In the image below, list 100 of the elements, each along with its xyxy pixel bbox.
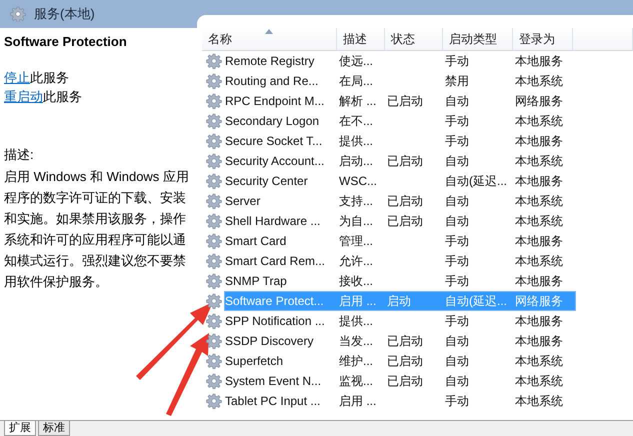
gear-icon <box>206 173 222 189</box>
service-name-cell: Secure Socket T... <box>225 134 322 148</box>
sort-caret-icon <box>265 29 273 34</box>
table-cell-text: 手动 <box>444 53 470 70</box>
table-cell-text: 本地系统 <box>514 73 564 90</box>
table-cell-text: 已启动 <box>386 373 424 390</box>
service-name-cell: Security Account... <box>225 154 324 168</box>
table-cell-text: 已启动 <box>386 193 424 210</box>
service-name-cell: Superfetch <box>225 354 284 368</box>
table-cell-text: 本地系统 <box>514 213 564 230</box>
table-cell-text: 自动 <box>444 153 470 170</box>
gear-icon <box>206 233 222 249</box>
table-cell-text: 禁用 <box>444 73 470 90</box>
table-row[interactable]: System Event N... 监视... 已启动 自动 本地系统 <box>202 371 633 391</box>
table-row[interactable]: Secure Socket T... 提供... 手动 本地服务 <box>202 131 633 151</box>
table-cell-text: 支持... <box>338 193 374 210</box>
table-cell-text: 在不... <box>338 113 374 130</box>
column-header[interactable]: 启动类型 <box>443 28 513 50</box>
gear-icon <box>206 313 222 329</box>
table-row[interactable]: Remote Registry 使远... 手动 本地服务 <box>202 51 633 71</box>
table-row[interactable]: Server 支持... 已启动 自动 本地系统 <box>202 191 633 211</box>
table-row[interactable]: Shell Hardware ... 为自... 已启动 自动 本地系统 <box>202 211 633 231</box>
service-name-cell: Server <box>225 194 260 208</box>
service-name-cell: SSDP Discovery <box>225 334 314 348</box>
table-cell-text: 自动 <box>444 193 470 210</box>
gear-icon <box>206 373 222 389</box>
table-row[interactable]: SNMP Trap 接收... 手动 本地服务 <box>202 271 633 291</box>
table-cell-text: 本地系统 <box>514 393 564 410</box>
table-cell-text: 自动 <box>444 93 470 110</box>
table-cell-text: 启动... <box>338 153 374 170</box>
service-name-cell: Routing and Re... <box>225 74 318 88</box>
table-cell-text: WSC... <box>338 173 378 190</box>
table-cell-text: 解析 ... <box>338 93 378 110</box>
table-cell-text: 允许... <box>338 253 374 270</box>
gear-icon <box>206 113 222 129</box>
table-cell-text: 自动(延迟... <box>444 293 508 310</box>
table-cell-text: 手动 <box>444 133 470 150</box>
table-cell-text: 已启动 <box>386 333 424 350</box>
table-row[interactable]: Tablet PC Input ... 启用 ... 手动 本地系统 <box>202 391 633 411</box>
table-cell-text: 自动 <box>444 333 470 350</box>
table-cell-text: 已启动 <box>386 213 424 230</box>
table-row[interactable]: Secondary Logon 在不... 手动 本地系统 <box>202 111 633 131</box>
table-cell-text: 接收... <box>338 273 374 290</box>
table-cell-text: 本地服务 <box>514 333 564 350</box>
table-cell-text: 本地服务 <box>514 173 564 190</box>
service-name-cell: Tablet PC Input ... <box>225 394 320 408</box>
gear-icon <box>206 293 222 309</box>
table-row[interactable]: Security Account... 启动... 已启动 自动 本地系统 <box>202 151 633 171</box>
table-row[interactable]: RPC Endpoint M... 解析 ... 已启动 自动 网络服务 <box>202 91 633 111</box>
service-action: 重启动此服务 <box>4 88 83 106</box>
table-cell-text: 管理... <box>338 233 374 250</box>
table-cell-text: 网络服务 <box>514 93 564 110</box>
table-cell-text: 本地系统 <box>514 253 564 270</box>
table-cell-text: 本地系统 <box>514 113 564 130</box>
service-name-cell: Shell Hardware ... <box>225 214 320 228</box>
service-name-cell: Security Center <box>225 174 308 188</box>
services-icon <box>10 6 26 22</box>
column-header[interactable]: 登录为 <box>513 28 573 50</box>
table-cell-text: 本地服务 <box>514 273 564 290</box>
table-cell-text: 手动 <box>444 393 470 410</box>
action-link[interactable]: 重启动 <box>4 89 43 104</box>
table-cell-text: 使远... <box>338 53 374 70</box>
table-row[interactable]: SPP Notification ... 提供... 手动 本地服务 <box>202 311 633 331</box>
gear-icon <box>206 393 222 409</box>
table-cell-text: 本地系统 <box>514 373 564 390</box>
column-header[interactable]: 描述 <box>337 28 385 50</box>
action-link[interactable]: 停止 <box>4 70 30 85</box>
gear-icon <box>206 333 222 349</box>
service-action: 停止此服务 <box>4 69 70 87</box>
table-cell-text: 自动 <box>444 373 470 390</box>
table-row[interactable]: Smart Card Rem... 允许... 手动 本地系统 <box>202 251 633 271</box>
table-cell-text: 监视... <box>338 373 374 390</box>
gear-icon <box>206 193 222 209</box>
description-label: 描述: <box>4 146 35 164</box>
service-name-cell: SNMP Trap <box>225 274 287 288</box>
description-text: 启用 Windows 和 Windows 应用程序的数字许可证的下载、安装和实施。如果禁用该服务，操作系统和许可的应用程序可能以通知模式运行。强烈建议您不要禁用软件保护服务。 <box>4 168 190 291</box>
table-row[interactable]: Superfetch 维护... 已启动 自动 本地系统 <box>202 351 633 371</box>
gear-icon <box>206 353 222 369</box>
table-row[interactable]: SSDP Discovery 当发... 已启动 自动 本地服务 <box>202 331 633 351</box>
column-header[interactable]: 名称 <box>202 28 337 50</box>
view-tab[interactable]: 扩展 <box>4 421 36 436</box>
gear-icon <box>206 153 222 169</box>
gear-icon <box>206 133 222 149</box>
table-cell-text: 已启动 <box>386 353 424 370</box>
service-name-cell: RPC Endpoint M... <box>225 94 324 108</box>
view-tab[interactable]: 标准 <box>38 421 70 436</box>
gear-icon <box>206 273 222 289</box>
window-title: 服务(本地) <box>34 5 95 23</box>
gear-icon <box>206 213 222 229</box>
table-row[interactable]: Smart Card 管理... 手动 本地服务 <box>202 231 633 251</box>
table-cell-text: 本地服务 <box>514 133 564 150</box>
table-cell-text: 已启动 <box>386 153 424 170</box>
table-row[interactable]: Security Center WSC... 自动(延迟... 本地服务 <box>202 171 633 191</box>
table-row[interactable]: Routing and Re... 在局... 禁用 本地系统 <box>202 71 633 91</box>
column-header[interactable]: 状态 <box>385 28 443 50</box>
table-cell-text: 维护... <box>338 353 374 370</box>
table-cell-text: 本地服务 <box>514 53 564 70</box>
table-cell-text: 在局... <box>338 73 374 90</box>
service-name-cell: Secondary Logon <box>225 114 320 128</box>
table-cell-text: 启用 ... <box>338 293 378 310</box>
